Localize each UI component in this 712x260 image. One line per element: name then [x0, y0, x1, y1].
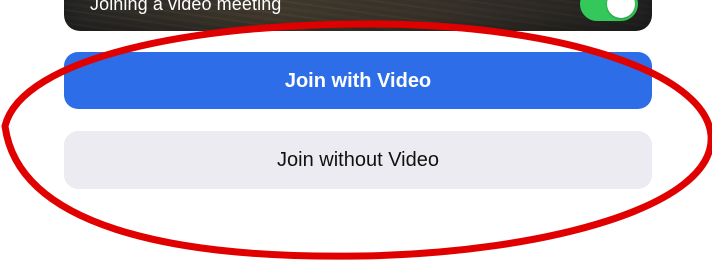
toggle-thumb: [607, 0, 635, 18]
join-with-video-button[interactable]: Join with Video: [64, 52, 652, 109]
join-without-video-button[interactable]: Join without Video: [64, 131, 652, 189]
highlight-annotation: [1, 20, 712, 260]
video-preview: Joining a video meeting: [64, 0, 652, 31]
join-meeting-screen: Joining a video meeting Join with Video …: [0, 0, 712, 260]
video-preview-caption: Joining a video meeting: [90, 0, 282, 14]
video-toggle[interactable]: [580, 0, 638, 21]
